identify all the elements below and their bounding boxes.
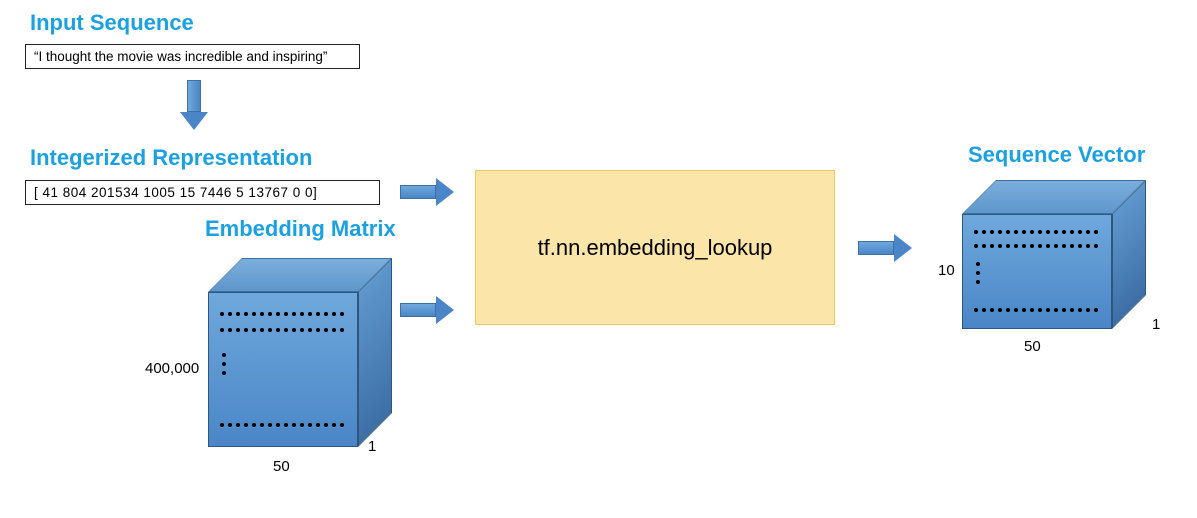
embedding-matrix-cube (208, 258, 398, 458)
sequence-rows-label: 10 (938, 262, 955, 279)
arrow-integerized-to-lookup (400, 178, 454, 206)
sequence-depth-label: 1 (1152, 316, 1160, 333)
heading-input-sequence: Input Sequence (30, 10, 194, 36)
arrow-input-to-integerized (180, 80, 208, 130)
heading-embedding-matrix: Embedding Matrix (205, 216, 396, 242)
embedding-cols-label: 50 (273, 458, 290, 475)
integer-vector-box: [ 41 804 201534 1005 15 7446 5 13767 0 0… (25, 180, 380, 205)
sequence-cols-label: 50 (1024, 338, 1041, 355)
arrow-lookup-to-sequence (858, 234, 912, 262)
input-sentence-box: “I thought the movie was incredible and … (25, 44, 360, 69)
arrow-embedding-to-lookup (400, 296, 454, 324)
embedding-depth-label: 1 (368, 438, 376, 455)
sequence-vector-cube (962, 180, 1152, 340)
heading-sequence-vector: Sequence Vector (968, 142, 1145, 168)
embedding-rows-label: 400,000 (145, 360, 199, 377)
heading-integerized: Integerized Representation (30, 145, 312, 171)
lookup-function-box: tf.nn.embedding_lookup (475, 170, 835, 325)
